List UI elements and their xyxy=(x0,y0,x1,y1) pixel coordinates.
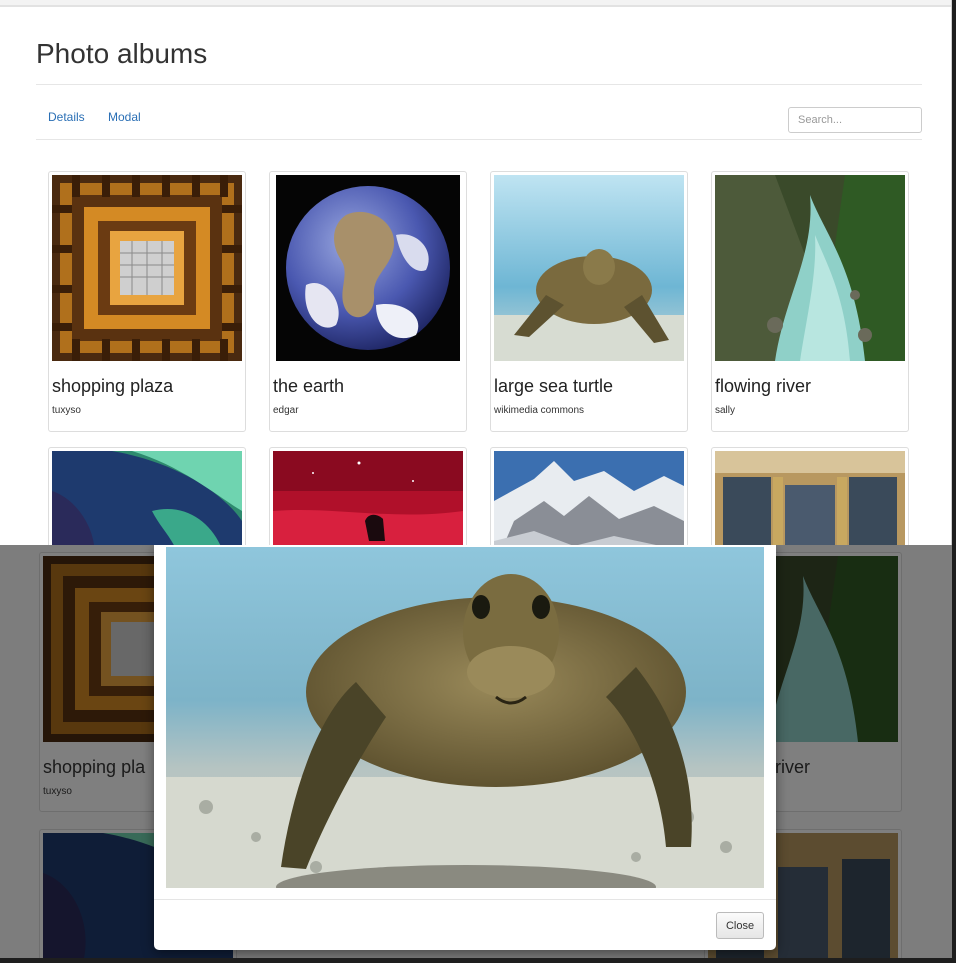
album-author: tuxyso xyxy=(43,786,72,797)
album-card[interactable] xyxy=(48,447,246,545)
album-card[interactable] xyxy=(269,447,467,545)
ornate-ceiling-photo[interactable] xyxy=(52,175,242,361)
album-card[interactable]: flowing river sally xyxy=(711,171,909,432)
tab-details[interactable]: Details xyxy=(48,110,85,124)
snowy-mountain-photo[interactable] xyxy=(494,451,684,545)
album-title: large sea turtle xyxy=(494,376,614,396)
album-page: Photo albums Details Modal Search... sho… xyxy=(0,0,952,545)
album-author: tuxyso xyxy=(52,405,81,416)
window-edge xyxy=(0,958,956,963)
tapestry-room-photo[interactable] xyxy=(715,451,905,545)
tab-modal[interactable]: Modal xyxy=(108,110,141,124)
modal-overlay[interactable]: shopping pla tuxyso river Close xyxy=(0,545,952,958)
window-edge xyxy=(952,0,956,963)
album-card[interactable]: large sea turtle wikimedia commons xyxy=(490,171,688,432)
earth-globe-photo[interactable] xyxy=(276,175,466,361)
search-input[interactable] xyxy=(788,107,922,133)
album-title: flowing river xyxy=(715,376,812,396)
album-title: shopping plaza xyxy=(52,376,174,396)
album-card[interactable]: the earth edgar xyxy=(269,171,467,432)
river-gorge-photo[interactable] xyxy=(715,175,905,361)
album-title: river xyxy=(775,757,810,777)
page-title: Photo albums xyxy=(36,38,208,69)
album-card[interactable] xyxy=(711,447,909,545)
image-modal: Close xyxy=(154,545,776,950)
album-author: wikimedia commons xyxy=(494,405,585,416)
modal-footer-divider xyxy=(154,899,776,900)
album-card[interactable] xyxy=(490,447,688,545)
sea-turtle-photo[interactable] xyxy=(494,175,684,361)
divider xyxy=(36,139,922,140)
album-author: sally xyxy=(715,405,736,416)
album-author: edgar xyxy=(273,405,299,416)
divider xyxy=(36,84,922,85)
close-button[interactable]: Close xyxy=(716,912,764,939)
green-abstract-photo[interactable] xyxy=(52,451,242,545)
album-title: shopping pla xyxy=(43,757,146,777)
album-card[interactable]: shopping plaza tuxyso xyxy=(48,171,246,432)
album-title: the earth xyxy=(273,376,345,396)
sea-turtle-photo xyxy=(166,547,764,888)
red-nebula-photo[interactable] xyxy=(273,451,463,545)
top-border xyxy=(0,0,951,7)
